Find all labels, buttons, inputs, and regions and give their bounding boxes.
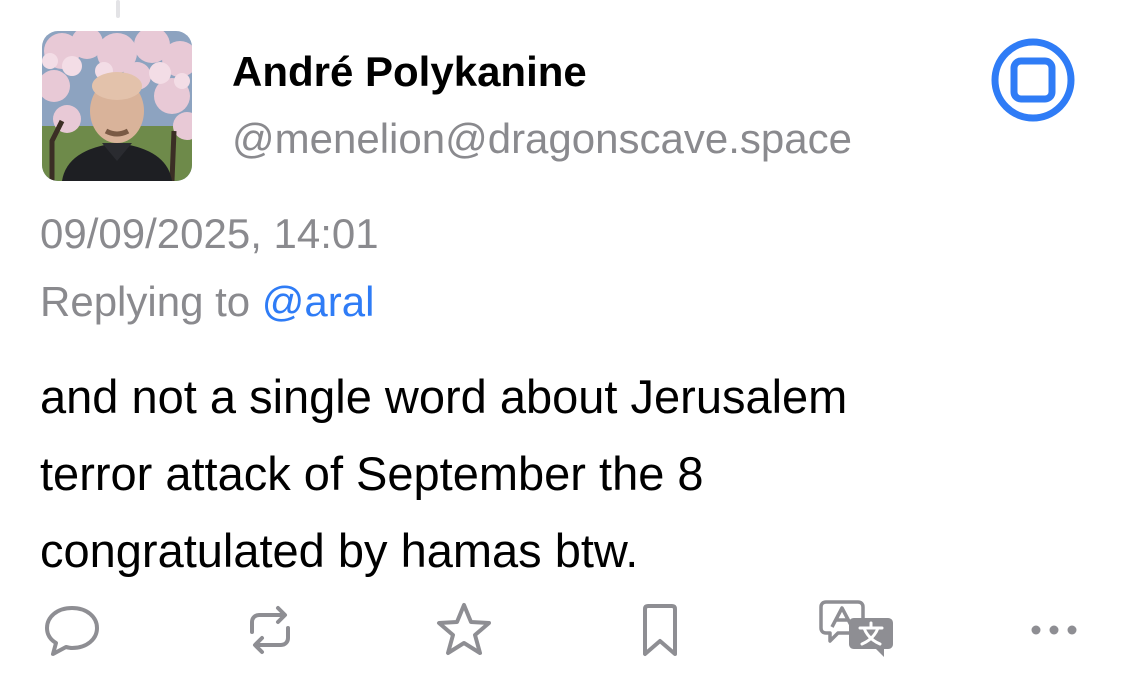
avatar-photo [42,31,192,181]
more-icon [1031,625,1077,635]
post-content-line: and not a single word about Jerusalem [40,370,848,423]
translate-icon [819,600,893,657]
reply-prefix: Replying to [40,278,262,325]
more-button[interactable] [1024,598,1084,662]
bookmark-button[interactable] [628,598,692,662]
post-content-line: congratulated by hamas btw. [40,524,639,577]
post-timestamp: 09/09/2025, 14:01 [40,210,379,257]
reply-mention-link[interactable]: @aral [262,278,375,325]
reply-button[interactable] [40,598,104,662]
translate-button[interactable] [818,598,898,662]
reply-context: Replying to @aral [40,276,374,328]
favourite-icon [437,603,491,655]
post-content: and not a single word about Jerusalem te… [40,358,1060,589]
favourite-button[interactable] [432,598,496,662]
author-handle[interactable]: @menelion@dragonscave.space [232,113,852,165]
boost-icon [250,606,290,654]
square-badge-icon[interactable] [990,37,1076,123]
bookmark-icon [643,604,677,656]
thread-line [116,0,120,18]
boost-button[interactable] [238,598,302,662]
reply-icon [45,606,99,656]
avatar[interactable] [42,31,192,181]
post-content-line: terror attack of September the 8 [40,447,704,500]
author-display-name[interactable]: André Polykanine [232,46,587,98]
